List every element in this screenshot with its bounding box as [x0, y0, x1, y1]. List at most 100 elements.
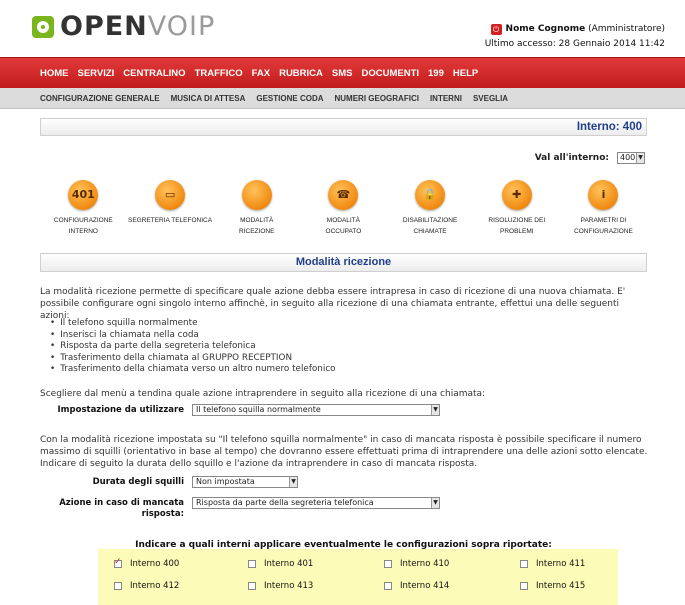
- checkbox-interno-415[interactable]: Interno 415: [520, 581, 585, 591]
- openvoip-logo[interactable]: OPENVOIP: [32, 12, 215, 42]
- user-name: Nome Cognome: [505, 24, 586, 34]
- durata-select[interactable]: Non impostata ▼: [192, 476, 298, 488]
- val-interno-value: 400: [620, 153, 636, 162]
- phone-icon: ☎: [328, 180, 359, 210]
- checkbox-interno-413[interactable]: Interno 413: [248, 581, 313, 591]
- list-item: Trasferimento della chiamata verso un al…: [50, 364, 335, 376]
- azione-select[interactable]: Risposta da parte della segreteria telef…: [192, 497, 440, 509]
- subnav-numeri-geografici[interactable]: NUMERI GEOGRAFICI: [335, 94, 419, 103]
- impostazione-select[interactable]: Il telefono squilla normalmente ▼: [192, 404, 440, 416]
- icon-label: OCCUPATO: [325, 228, 362, 235]
- checkbox[interactable]: [248, 582, 256, 590]
- checkbox[interactable]: [114, 557, 122, 568]
- mancata-text: Con la modalità ricezione impostata su "…: [40, 435, 648, 469]
- icon-label: RICEZIONE: [239, 228, 275, 235]
- nav-sms[interactable]: SMS: [332, 68, 353, 79]
- checkbox-label: Interno 411: [536, 559, 586, 569]
- icon-label: SEGRETERIA TELEFONICA: [128, 217, 213, 224]
- impostazione-value: Il telefono squilla normalmente: [196, 405, 321, 414]
- icon-label: CONFIGURAZIONE: [53, 217, 113, 224]
- subnav-sveglia[interactable]: SVEGLIA: [473, 94, 508, 103]
- nav-help[interactable]: HELP: [453, 68, 478, 79]
- durata-label: Durata degli squilli: [92, 476, 184, 487]
- chevron-down-icon: ▼: [289, 477, 297, 487]
- nav-servizi[interactable]: SERVIZI: [78, 68, 115, 79]
- icon-label: PARAMETRI DI: [580, 217, 627, 224]
- azione-label-line: risposta:: [141, 509, 184, 519]
- header: OPENVOIP ⏻ Nome Cognome (Amministratore)…: [0, 0, 685, 57]
- checkbox-interno-414[interactable]: Interno 414: [384, 581, 449, 591]
- logo-open: OPEN: [60, 11, 148, 42]
- icon-label: RISOLUZIONE DEI: [488, 217, 546, 224]
- icon-configurazione-interno[interactable]: 401 CONFIGURAZIONE INTERNO: [40, 180, 127, 237]
- chevron-down-icon: ▼: [431, 498, 439, 508]
- subnav-interni[interactable]: INTERNI: [430, 94, 462, 103]
- nav-traffico[interactable]: TRAFFICO: [195, 68, 243, 79]
- logout-icon[interactable]: ⏻: [490, 24, 502, 35]
- icon-risoluzione-problemi[interactable]: ✚ RISOLUZIONE DEI PROBLEMI: [473, 180, 560, 237]
- subnav-configurazione-generale[interactable]: CONFIGURAZIONE GENERALE: [40, 94, 160, 103]
- subnav-musica-di-attesa[interactable]: MUSICA DI ATTESA: [171, 94, 246, 103]
- checkbox-label: Interno 401: [264, 559, 314, 569]
- durata-row: Durata degli squilli Non impostata ▼: [40, 476, 647, 488]
- list-item: Trasferimento della chiamata al GRUPPO R…: [50, 353, 336, 365]
- user-box: ⏻ Nome Cognome (Amministratore) Ultimo a…: [485, 22, 665, 52]
- chevron-down-icon: ▼: [431, 405, 439, 415]
- nav-199[interactable]: 199: [428, 68, 444, 79]
- logo-text: OPENVOIP: [60, 12, 215, 42]
- icon-disabilitazione-chiamate[interactable]: 🔒 DISABILITAZIONE CHIAMATE: [387, 180, 474, 237]
- intro-text: La modalità ricezione permette di specif…: [40, 287, 626, 321]
- logo-voip: VOIP: [147, 11, 216, 42]
- main-content: Interno: 400 Val all'interno: 400 ▼ 401 …: [40, 118, 647, 550]
- extension-number-icon: 401: [68, 180, 99, 210]
- user-role: (Amministratore): [588, 24, 665, 34]
- nav-home[interactable]: HOME: [40, 68, 69, 79]
- icon-label: MODALITÀ: [326, 217, 361, 224]
- val-interno-label: Val all'interno:: [534, 153, 609, 163]
- icon-label: INTERNO: [68, 228, 98, 235]
- checkbox-interno-412[interactable]: Interno 412: [114, 581, 179, 591]
- checkbox[interactable]: [384, 582, 392, 590]
- icon-modalita-occupato[interactable]: ☎ MODALITÀ OCCUPATO: [300, 180, 387, 237]
- nav-centralino[interactable]: CENTRALINO: [123, 68, 185, 79]
- choose-text: Scegliere dal menù a tendina quale azion…: [40, 389, 486, 399]
- nav-rubrica[interactable]: RUBRICA: [279, 68, 323, 79]
- checkbox-interno-400[interactable]: Interno 400: [114, 557, 179, 569]
- reception-mode-icon: [241, 180, 272, 210]
- impostazione-label: Impostazione da utilizzare: [57, 404, 185, 415]
- chevron-down-icon: ▼: [636, 153, 644, 163]
- list-item: Risposta da parte della segreteria telef…: [50, 341, 336, 353]
- icon-modalita-ricezione[interactable]: MODALITÀ RICEZIONE: [213, 180, 300, 237]
- val-interno-select[interactable]: 400 ▼: [617, 152, 645, 164]
- icon-label: CHIAMATE: [413, 228, 447, 235]
- checkbox-interno-410[interactable]: Interno 410: [384, 559, 449, 569]
- checkbox-interno-401[interactable]: Interno 401: [248, 559, 313, 569]
- nav-documenti[interactable]: DOCUMENTI: [361, 68, 419, 79]
- main-nav: HOME SERVIZI CENTRALINO TRAFFICO FAX RUB…: [0, 57, 685, 88]
- subnav-gestione-coda[interactable]: GESTIONE CODA: [256, 94, 323, 103]
- checkbox[interactable]: [248, 560, 256, 568]
- icon-label: CONFIGURAZIONE: [574, 228, 633, 235]
- azione-label: Azione in caso di mancata risposta:: [40, 498, 192, 520]
- icon-segreteria-telefonica[interactable]: ▭ SEGRETERIA TELEFONICA: [127, 180, 214, 237]
- interni-checkbox-area: Interno 400 Interno 401 Interno 410 Inte…: [98, 549, 618, 605]
- checkbox[interactable]: [520, 582, 528, 590]
- list-item: Il telefono squilla normalmente: [50, 318, 336, 330]
- checkbox[interactable]: [384, 560, 392, 568]
- checkbox-label: Interno 415: [536, 581, 586, 591]
- sub-nav: CONFIGURAZIONE GENERALE MUSICA DI ATTESA…: [0, 88, 685, 109]
- nav-fax[interactable]: FAX: [252, 68, 270, 79]
- checkbox-label: Interno 413: [264, 581, 314, 591]
- checkbox-label: Interno 414: [400, 581, 450, 591]
- checkbox[interactable]: [520, 560, 528, 568]
- durata-value: Non impostata: [196, 477, 255, 486]
- logo-icon: [32, 16, 54, 38]
- icon-label: PROBLEMI: [499, 228, 534, 235]
- azione-label-line: Azione in caso di mancata: [59, 498, 184, 508]
- checkbox[interactable]: [114, 582, 122, 590]
- voicemail-icon: ▭: [155, 180, 186, 210]
- checkbox-interno-411[interactable]: Interno 411: [520, 559, 585, 569]
- azione-value: Risposta da parte della segreteria telef…: [196, 498, 374, 507]
- icon-parametri-configurazione[interactable]: i PARAMETRI DI CONFIGURAZIONE: [560, 180, 647, 237]
- last-access: Ultimo accesso: 28 Gennaio 2014 11:42: [484, 39, 665, 49]
